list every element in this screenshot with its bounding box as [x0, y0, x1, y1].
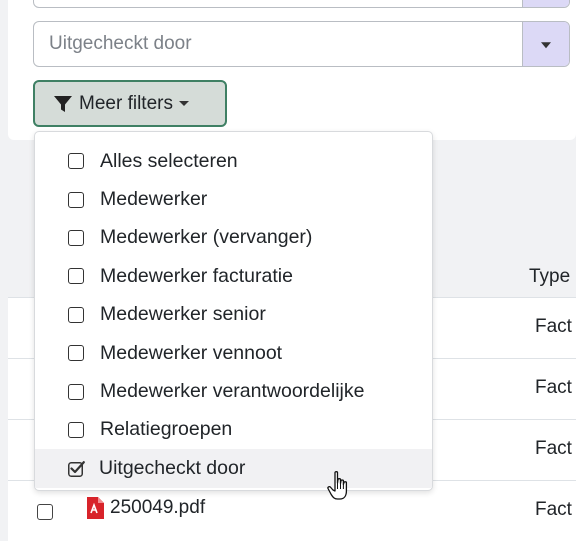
dropdown-item-employee[interactable]: Medewerker — [35, 180, 432, 218]
pdf-file-icon — [87, 497, 104, 519]
type-column-header: Type — [529, 266, 571, 287]
top-select-toggle[interactable] — [522, 0, 569, 7]
chevron-down-icon — [541, 42, 551, 49]
dropdown-item-employee-substitute[interactable]: Medewerker (vervanger) — [35, 219, 432, 257]
dropdown-item-label: Medewerker senior — [100, 303, 266, 326]
dropdown-item-label: Uitgecheckt door — [99, 456, 246, 479]
checkbox-icon[interactable] — [68, 191, 84, 208]
filter-funnel-icon — [54, 95, 72, 112]
type-cell: Fact — [535, 499, 572, 520]
type-cell: Fact — [535, 316, 572, 337]
hand-cursor-icon — [327, 471, 348, 500]
file-name: 250049.pdf — [110, 497, 206, 518]
checkbox-icon[interactable] — [68, 383, 84, 400]
dropdown-item-employee-invoicing[interactable]: Medewerker facturatie — [35, 257, 432, 295]
row-checkbox[interactable] — [37, 504, 53, 520]
more-filters-dropdown: Alles selecteren Medewerker Medewerker (… — [34, 131, 433, 491]
checkbox-icon[interactable] — [68, 421, 84, 438]
dropdown-item-employee-responsible[interactable]: Medewerker verantwoordelijke — [35, 372, 432, 410]
top-filter-select[interactable] — [33, 0, 570, 8]
dropdown-item-employee-partner[interactable]: Medewerker vennoot — [35, 334, 432, 372]
checkbox-icon[interactable] — [68, 345, 84, 362]
dropdown-item-label: Medewerker — [100, 188, 208, 211]
dropdown-item-label: Alles selecteren — [100, 149, 238, 172]
checked-out-by-placeholder: Uitgecheckt door — [49, 33, 192, 54]
dropdown-item-checked-out-by[interactable]: Uitgecheckt door — [35, 449, 432, 488]
checkbox-icon[interactable] — [68, 229, 84, 246]
type-cell: Fact — [535, 377, 572, 398]
dropdown-item-employee-senior[interactable]: Medewerker senior — [35, 296, 432, 334]
checkbox-icon[interactable] — [68, 306, 84, 323]
caret-down-icon — [178, 101, 189, 106]
more-filters-label: Meer filters — [79, 92, 173, 114]
checkbox-icon[interactable] — [68, 153, 84, 170]
checkbox-icon[interactable] — [68, 268, 84, 285]
dropdown-item-label: Medewerker vennoot — [100, 341, 283, 364]
more-filters-button[interactable]: Meer filters — [33, 80, 227, 127]
dropdown-item-label: Medewerker verantwoordelijke — [100, 380, 365, 403]
dropdown-item-label: Medewerker (vervanger) — [100, 226, 313, 249]
file-link[interactable]: 250049.pdf — [86, 497, 205, 519]
dropdown-item-select-all[interactable]: Alles selecteren — [35, 142, 432, 180]
dropdown-item-relation-groups[interactable]: Relatiegroepen — [35, 411, 432, 449]
dropdown-item-label: Medewerker facturatie — [100, 264, 293, 287]
checkbox-checked-icon[interactable] — [68, 460, 85, 477]
checked-out-by-toggle[interactable] — [522, 22, 569, 66]
dropdown-item-label: Relatiegroepen — [100, 418, 233, 441]
checked-out-by-select[interactable]: Uitgecheckt door — [33, 21, 570, 67]
type-cell: Fact — [535, 438, 572, 459]
